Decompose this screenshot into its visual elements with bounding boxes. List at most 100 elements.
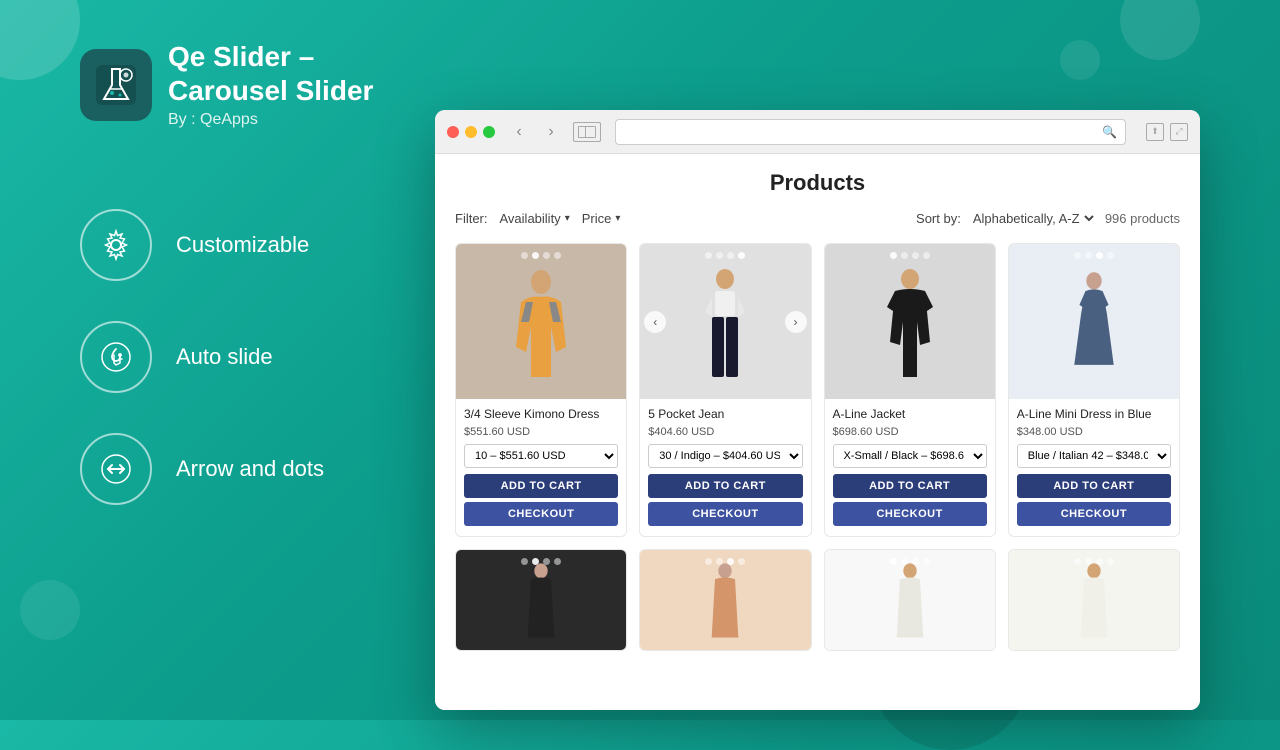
checkout-button-3[interactable]: CHECKOUT xyxy=(833,502,987,526)
dot-1-1 xyxy=(521,252,528,259)
carousel-arrows-2: ‹ › xyxy=(640,311,810,333)
feature-arrow-dots-label: Arrow and dots xyxy=(176,456,324,482)
browser-back-button[interactable]: ‹ xyxy=(507,120,531,144)
product-count: 996 products xyxy=(1105,211,1180,226)
dot-4-3 xyxy=(1096,252,1103,259)
shop-content: Products Filter: Availability Price Sort… xyxy=(435,154,1200,710)
products-grid-bottom xyxy=(455,549,1180,651)
carousel-dots-3 xyxy=(890,252,930,259)
app-icon-svg xyxy=(92,61,140,109)
browser-chrome: ‹ › 🔍 ⬆ ⤢ xyxy=(435,110,1200,154)
dot-3-3 xyxy=(912,252,919,259)
dot-3-4 xyxy=(923,252,930,259)
carousel-dots-1 xyxy=(521,252,561,259)
product-image-1 xyxy=(456,244,626,399)
product-price-1: $551.60 USD xyxy=(464,426,618,438)
checkout-button-2[interactable]: CHECKOUT xyxy=(648,502,802,526)
product-card-8 xyxy=(1008,549,1180,651)
figure-6 xyxy=(700,560,750,640)
dress-figure-1 xyxy=(501,267,581,377)
product-card-5 xyxy=(455,549,627,651)
traffic-lights xyxy=(447,126,495,138)
sort-label: Sort by: xyxy=(916,211,961,226)
carousel-dots-7 xyxy=(890,558,930,565)
add-to-cart-button-4[interactable]: ADD TO CART xyxy=(1017,474,1171,498)
app-subtitle: By : QeApps xyxy=(168,111,390,129)
carousel-dots-8 xyxy=(1074,558,1114,565)
dot-2-2 xyxy=(716,252,723,259)
product-select-4[interactable]: Blue / Italian 42 – $348.00 xyxy=(1017,444,1171,468)
dot-3-2 xyxy=(901,252,908,259)
dot-4-2 xyxy=(1085,252,1092,259)
app-title: Qe Slider – Carousel Slider xyxy=(168,40,390,107)
traffic-light-green[interactable] xyxy=(483,126,495,138)
product-select-3[interactable]: X-Small / Black – $698.60 xyxy=(833,444,987,468)
add-to-cart-button-2[interactable]: ADD TO CART xyxy=(648,474,802,498)
app-icon xyxy=(80,49,152,121)
product-name-1: 3/4 Sleeve Kimono Dress xyxy=(464,407,618,423)
dot-2-1 xyxy=(705,252,712,259)
carousel-next-2[interactable]: › xyxy=(785,311,807,333)
product-image-5 xyxy=(456,550,626,650)
product-select-1[interactable]: 10 – $551.60 USD xyxy=(464,444,618,468)
decorative-blob-3 xyxy=(1060,40,1100,80)
address-bar[interactable]: 🔍 xyxy=(615,119,1126,145)
browser-window: ‹ › 🔍 ⬆ ⤢ Products Filter: Availability … xyxy=(435,110,1200,710)
checkout-button-4[interactable]: CHECKOUT xyxy=(1017,502,1171,526)
hand-pointer-icon xyxy=(98,339,134,375)
dress-figure-4 xyxy=(1064,267,1124,377)
add-to-cart-button-3[interactable]: ADD TO CART xyxy=(833,474,987,498)
product-card-6 xyxy=(639,549,811,651)
jacket-figure-3 xyxy=(875,267,945,377)
carousel-dots-5 xyxy=(521,558,561,565)
product-info-3: A-Line Jacket $698.60 USD X-Small / Blac… xyxy=(825,399,995,536)
product-image-placeholder-3 xyxy=(825,244,995,399)
layout-toggle-button[interactable] xyxy=(573,122,601,142)
app-header: Qe Slider – Carousel Slider By : QeApps xyxy=(80,40,390,129)
dot-2-3 xyxy=(727,252,734,259)
carousel-dots-2 xyxy=(705,252,745,259)
price-filter-button[interactable]: Price xyxy=(582,211,621,226)
product-price-3: $698.60 USD xyxy=(833,426,987,438)
traffic-light-yellow[interactable] xyxy=(465,126,477,138)
shop-title: Products xyxy=(455,170,1180,196)
customizable-icon-circle xyxy=(80,209,152,281)
expand-button[interactable]: ⤢ xyxy=(1170,123,1188,141)
filter-bar: Filter: Availability Price Sort by: Alph… xyxy=(455,210,1180,227)
feature-arrow-dots: Arrow and dots xyxy=(80,433,390,505)
arrows-icon xyxy=(98,451,134,487)
decorative-blob-2 xyxy=(1120,0,1200,60)
auto-slide-icon-circle xyxy=(80,321,152,393)
filter-label: Filter: xyxy=(455,211,488,226)
product-name-4: A-Line Mini Dress in Blue xyxy=(1017,407,1171,423)
product-image-2: ‹ › xyxy=(640,244,810,399)
dot-1-2 xyxy=(532,252,539,259)
product-info-4: A-Line Mini Dress in Blue $348.00 USD Bl… xyxy=(1009,399,1179,536)
product-info-1: 3/4 Sleeve Kimono Dress $551.60 USD 10 –… xyxy=(456,399,626,536)
product-card-7 xyxy=(824,549,996,651)
dot-1-3 xyxy=(543,252,550,259)
sort-select[interactable]: Alphabetically, A-Z xyxy=(969,210,1097,227)
window-actions: ⬆ ⤢ xyxy=(1146,123,1188,141)
checkout-button-1[interactable]: CHECKOUT xyxy=(464,502,618,526)
add-to-cart-button-1[interactable]: ADD TO CART xyxy=(464,474,618,498)
product-card-3: A-Line Jacket $698.60 USD X-Small / Blac… xyxy=(824,243,996,537)
carousel-dots-4 xyxy=(1074,252,1114,259)
product-name-3: A-Line Jacket xyxy=(833,407,987,423)
search-icon: 🔍 xyxy=(1102,125,1117,139)
product-info-2: 5 Pocket Jean $404.60 USD 30 / Indigo – … xyxy=(640,399,810,536)
product-image-7 xyxy=(825,550,995,650)
figure-8 xyxy=(1069,560,1119,640)
price-filter-label: Price xyxy=(582,211,612,226)
left-panel: Qe Slider – Carousel Slider By : QeApps … xyxy=(0,0,430,720)
carousel-prev-2[interactable]: ‹ xyxy=(644,311,666,333)
product-card-4: A-Line Mini Dress in Blue $348.00 USD Bl… xyxy=(1008,243,1180,537)
availability-filter-button[interactable]: Availability xyxy=(500,211,570,226)
product-select-2[interactable]: 30 / Indigo – $404.60 USD xyxy=(648,444,802,468)
gear-icon xyxy=(98,227,134,263)
app-title-block: Qe Slider – Carousel Slider By : QeApps xyxy=(168,40,390,129)
traffic-light-red[interactable] xyxy=(447,126,459,138)
share-button[interactable]: ⬆ xyxy=(1146,123,1164,141)
product-card-2: ‹ › 5 Pocket Jean $404.60 USD 30 / Indig… xyxy=(639,243,811,537)
browser-forward-button[interactable]: › xyxy=(539,120,563,144)
